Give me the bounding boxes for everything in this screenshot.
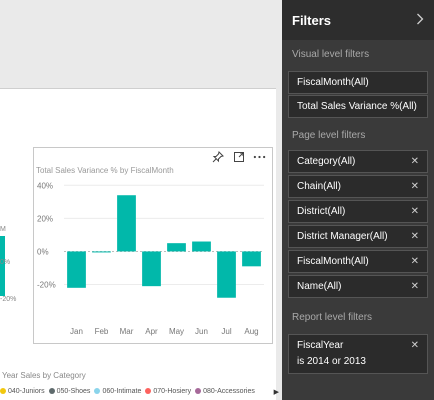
- chart-plot: 40% 20% 0% -20% Jan Feb Mar Apr May Jun Jul Aug: [37, 181, 264, 336]
- x-tick-label: Mar: [120, 327, 134, 336]
- x-tick-label: Feb: [95, 327, 109, 336]
- legend-item[interactable]: 070-Hosiery: [145, 388, 191, 395]
- bar-mar[interactable]: [117, 195, 136, 252]
- filter-card-label: Name(All): [297, 281, 342, 292]
- pin-icon[interactable]: [211, 150, 224, 163]
- legend-item[interactable]: 080-Accessories: [195, 388, 255, 395]
- filter-card-category[interactable]: Category(All) ✕: [288, 150, 428, 173]
- left-tick-0: 0%: [0, 259, 11, 266]
- filter-card-text: FiscalYear is 2014 or 2013: [297, 340, 366, 367]
- bar-apr[interactable]: [142, 251, 161, 287]
- remove-filter-icon[interactable]: ✕: [411, 281, 419, 292]
- filter-card-condition: is 2014 or 2013: [297, 356, 366, 367]
- remove-filter-icon[interactable]: ✕: [411, 206, 419, 217]
- remove-filter-icon[interactable]: ✕: [411, 340, 419, 351]
- filters-header: Filters: [282, 0, 434, 40]
- filter-card-district[interactable]: District(All) ✕: [288, 200, 428, 223]
- bar-may[interactable]: [167, 243, 186, 252]
- filter-card-label: District(All): [297, 206, 346, 217]
- report-canvas-area: M 0% -20% Total Sales Variance % by Fisc…: [0, 0, 284, 400]
- remove-filter-icon[interactable]: ✕: [411, 156, 419, 167]
- filter-card-label: Total Sales Variance %(All): [297, 101, 417, 112]
- legend-label: 070-Hosiery: [153, 387, 192, 395]
- left-visual-label: M: [0, 226, 6, 233]
- legend-dot: [0, 388, 6, 394]
- remove-filter-icon[interactable]: ✕: [411, 256, 419, 267]
- legend-dot: [195, 388, 202, 394]
- y-tick-label: 0%: [37, 247, 49, 256]
- expand-icon[interactable]: [232, 150, 245, 163]
- column-chart-visual[interactable]: Total Sales Variance % by FiscalMonth 40…: [33, 147, 273, 344]
- filter-card-label: FiscalYear: [297, 340, 344, 351]
- filter-card-label: Category(All): [297, 156, 356, 167]
- legend-dot: [145, 388, 152, 394]
- filter-card-chain[interactable]: Chain(All) ✕: [288, 175, 428, 198]
- bar-aug[interactable]: [242, 251, 261, 267]
- legend-label: 060-Intimate: [102, 387, 142, 395]
- x-tick-label: Jul: [221, 327, 231, 336]
- y-tick-label: 20%: [37, 214, 53, 223]
- legend-label: 080-Accessories: [203, 387, 255, 395]
- legend-title: Year Sales by Category: [2, 371, 86, 380]
- filter-card-label: Chain(All): [297, 181, 341, 192]
- y-tick-label: -20%: [37, 281, 56, 290]
- bar-jan[interactable]: [67, 251, 86, 288]
- legend-item[interactable]: 060-Intimate: [94, 388, 141, 395]
- x-tick-label: Aug: [244, 327, 258, 336]
- x-tick-label: Jan: [70, 327, 83, 336]
- bar-jul[interactable]: [217, 251, 236, 298]
- legend-next-arrow-icon[interactable]: ▶: [274, 388, 279, 396]
- bar-feb[interactable]: [92, 251, 111, 253]
- page-level-filters-label: Page level filters: [292, 130, 366, 141]
- collapse-chevron-icon[interactable]: [416, 12, 424, 28]
- bar-jun[interactable]: [192, 241, 211, 252]
- left-visual-bar[interactable]: [0, 236, 5, 296]
- filter-card-total-sales-variance[interactable]: Total Sales Variance %(All): [288, 95, 428, 118]
- legend-label: 040-Juniors: [8, 387, 45, 395]
- legend-item[interactable]: 040-Juniors: [0, 388, 45, 395]
- legend: 040-Juniors 050-Shoes 060-Intimate 070-H…: [0, 385, 276, 397]
- legend-label: 050-Shoes: [56, 387, 91, 395]
- legend-dot: [48, 388, 55, 394]
- filter-card-label: District Manager(All): [297, 231, 388, 242]
- report-level-filters-label: Report level filters: [292, 312, 373, 323]
- filters-title: Filters: [292, 12, 332, 28]
- visual-header: [211, 150, 266, 163]
- filter-card-name[interactable]: Name(All) ✕: [288, 275, 428, 298]
- x-tick-label: Apr: [145, 327, 158, 336]
- visual-level-filters-label: Visual level filters: [292, 49, 370, 60]
- left-tick-1: -20%: [0, 296, 17, 303]
- x-tick-label: Jun: [195, 327, 208, 336]
- filter-card-label: FiscalMonth(All): [297, 256, 369, 267]
- filter-card-fiscalmonth[interactable]: FiscalMonth(All) ✕: [288, 250, 428, 273]
- filter-card-fiscalyear[interactable]: FiscalYear is 2014 or 2013 ✕: [288, 334, 428, 374]
- legend-dot: [94, 388, 101, 394]
- filter-card-district-manager[interactable]: District Manager(All) ✕: [288, 225, 428, 248]
- filters-pane: Filters Visual level filters FiscalMonth…: [282, 0, 434, 400]
- filter-card-fiscalmonth-visual[interactable]: FiscalMonth(All): [288, 71, 428, 94]
- legend-item[interactable]: 050-Shoes: [48, 387, 91, 395]
- filter-card-label: FiscalMonth(All): [297, 77, 369, 88]
- more-icon[interactable]: [253, 150, 266, 163]
- remove-filter-icon[interactable]: ✕: [411, 231, 419, 242]
- remove-filter-icon[interactable]: ✕: [411, 181, 419, 192]
- x-tick-label: May: [169, 327, 184, 336]
- y-tick-label: 40%: [37, 181, 53, 190]
